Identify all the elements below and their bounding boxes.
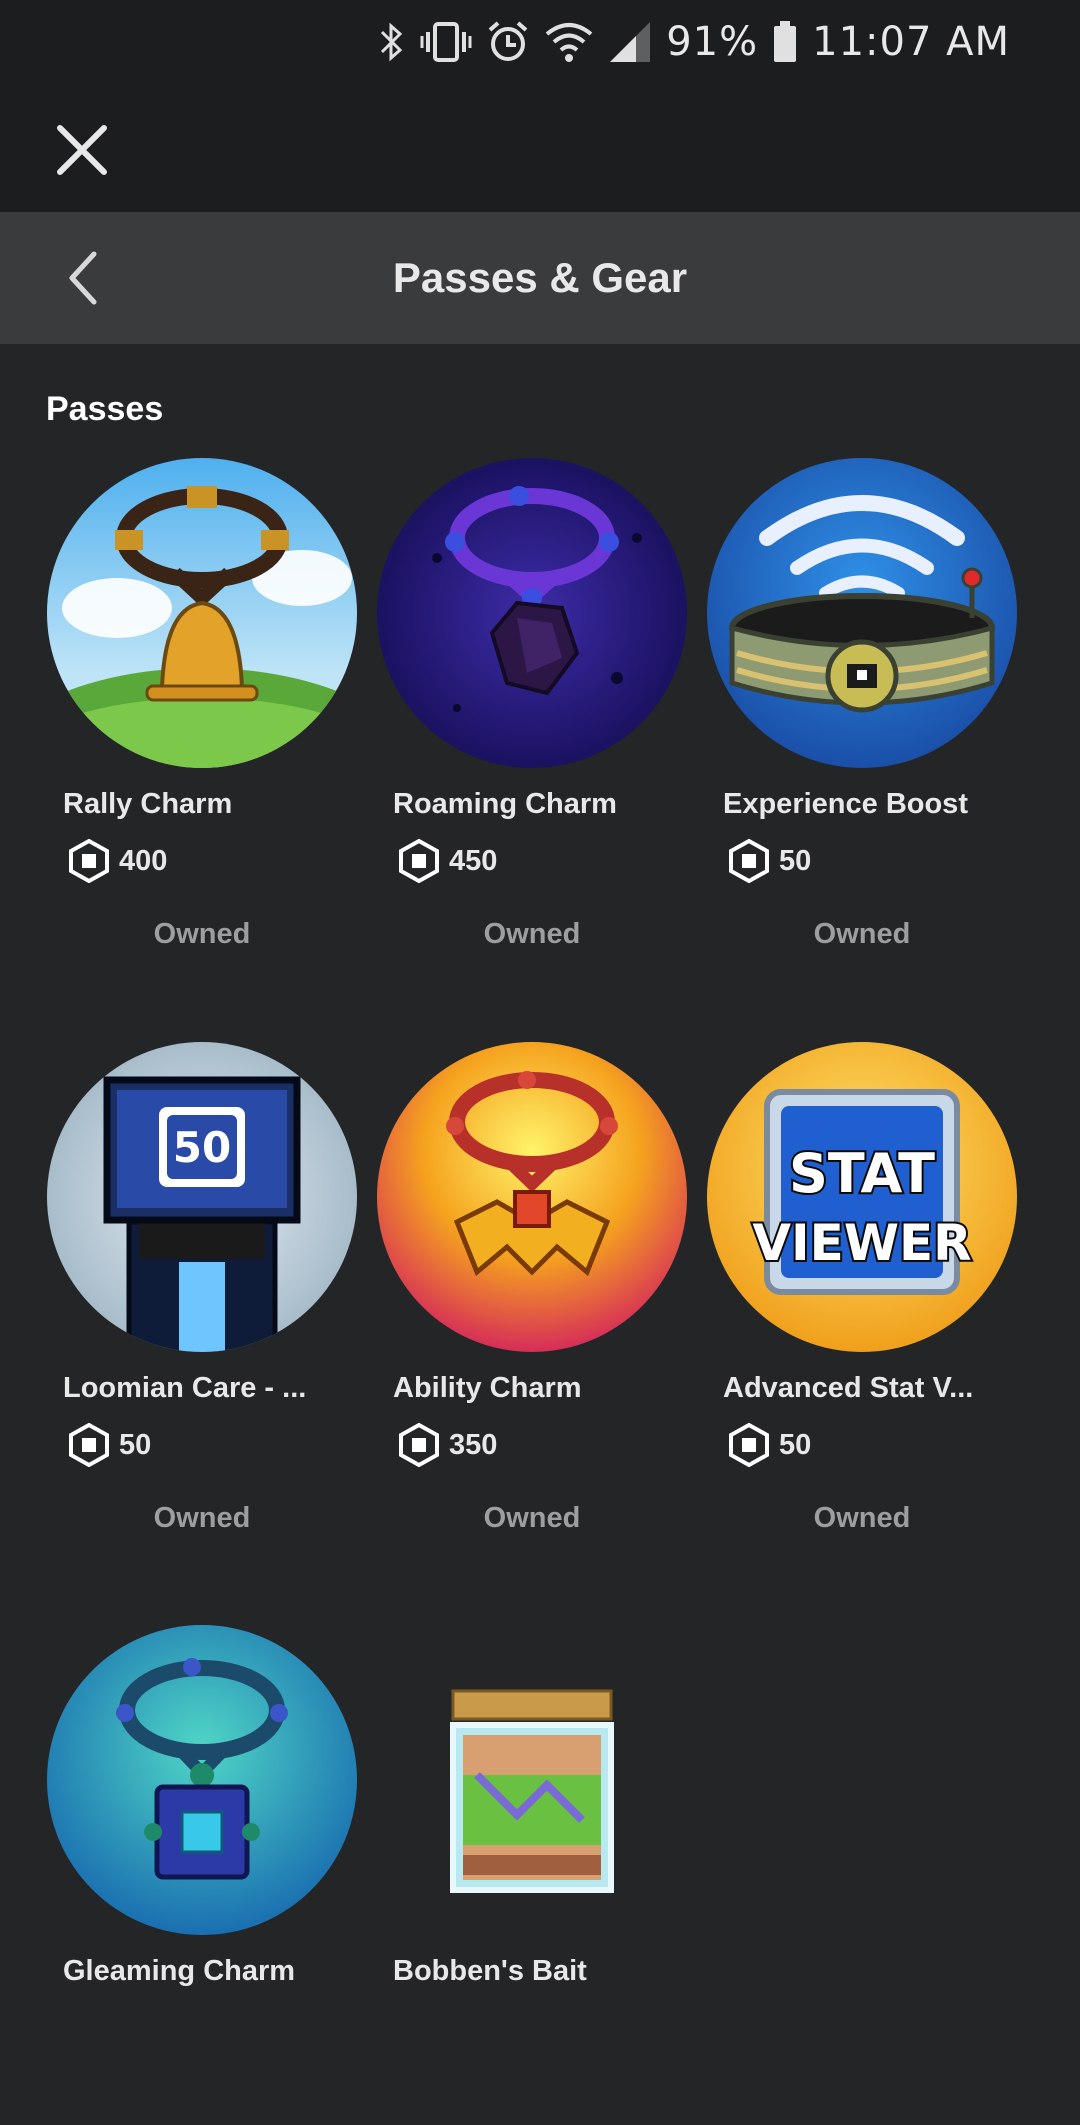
close-button[interactable] [52,120,112,180]
top-bar [0,84,1080,212]
pass-card[interactable]: Experience Boost 50 Owned [707,458,1017,958]
price: 50 [779,1428,812,1461]
owned-label: Owned [483,918,581,950]
robux-icon [399,1423,439,1467]
robux-icon [69,1423,109,1467]
purple-gem-charm-icon [377,458,687,768]
owned-label: Owned [483,1502,581,1534]
price-row: 50 [727,836,811,886]
vibrate-icon [420,20,472,64]
stat-viewer-icon: STAT VIEWER [707,1042,1017,1352]
clock: 11:07 AM [812,19,1010,65]
pass-card[interactable]: Roaming Charm 450 Owned [377,458,687,958]
pass-thumbnail[interactable] [377,458,687,768]
pass-card[interactable]: Gleaming Charm [47,1625,357,2125]
price: 50 [779,844,812,877]
pass-thumbnail[interactable]: STAT VIEWER [707,1042,1017,1352]
price-row: 350 [397,1420,497,1470]
care-machine-icon: 50 [47,1042,357,1352]
gleaming-charm-icon [47,1625,357,1935]
page-header: Passes & Gear [0,212,1080,344]
ability-charm-icon [377,1042,687,1352]
owned-label: Owned [813,918,911,950]
pass-name[interactable]: Advanced Stat V... [723,1372,1013,1405]
pass-card[interactable]: STAT VIEWER Advanced Stat V... 50 Owned [707,1042,1017,1542]
alarm-icon [486,20,530,64]
pass-name[interactable]: Ability Charm [393,1372,683,1405]
pass-thumbnail[interactable] [377,1042,687,1352]
pass-thumbnail[interactable] [707,458,1017,768]
pass-name[interactable]: Experience Boost [723,788,1013,821]
pass-thumbnail[interactable] [47,1625,357,1935]
pass-name[interactable]: Roaming Charm [393,788,683,821]
page-title: Passes & Gear [392,254,688,301]
bluetooth-icon [378,20,406,64]
status-bar: 91% 11:07 AM [0,0,1080,84]
signal-icon [608,20,652,64]
battery-icon [772,20,798,64]
pass-card[interactable]: Rally Charm 400 Owned [47,458,357,958]
robux-icon [69,839,109,883]
price: 350 [449,1428,498,1461]
price-row: 450 [397,836,497,886]
bell-charm-icon [47,458,357,768]
price-row: 50 [67,1420,151,1470]
pass-name[interactable]: Loomian Care - ... [63,1372,353,1405]
wifi-icon [544,20,594,64]
close-icon [57,125,107,175]
price-row: 400 [67,836,167,886]
bait-jar-icon [450,1689,614,1893]
pass-card[interactable]: Bobben's Bait [377,1625,687,2125]
price: 50 [119,1428,152,1461]
section-title-passes: Passes [46,390,164,428]
pass-thumbnail[interactable] [377,1625,687,1935]
robux-icon [399,839,439,883]
stat-art-line1: STAT [789,1142,935,1205]
price-row: 50 [727,1420,811,1470]
pass-name[interactable]: Bobben's Bait [393,1955,683,1988]
price: 400 [119,844,168,877]
pass-thumbnail[interactable] [47,458,357,768]
exp-belt-icon [707,458,1017,768]
owned-label: Owned [813,1502,911,1534]
robux-icon [729,1423,769,1467]
owned-label: Owned [153,1502,251,1534]
price: 450 [449,844,498,877]
pass-name[interactable]: Rally Charm [63,788,353,821]
care-art-number: 50 [173,1123,231,1172]
pass-card[interactable]: Ability Charm 350 Owned [377,1042,687,1542]
pass-thumbnail[interactable]: 50 [47,1042,357,1352]
battery-percent: 91% [666,19,759,65]
pass-name[interactable]: Gleaming Charm [63,1955,353,1988]
robux-icon [729,839,769,883]
pass-card[interactable]: 50 Loomian Care - ... 50 Owned [47,1042,357,1542]
stat-art-line2: VIEWER [752,1214,971,1272]
owned-label: Owned [153,918,251,950]
